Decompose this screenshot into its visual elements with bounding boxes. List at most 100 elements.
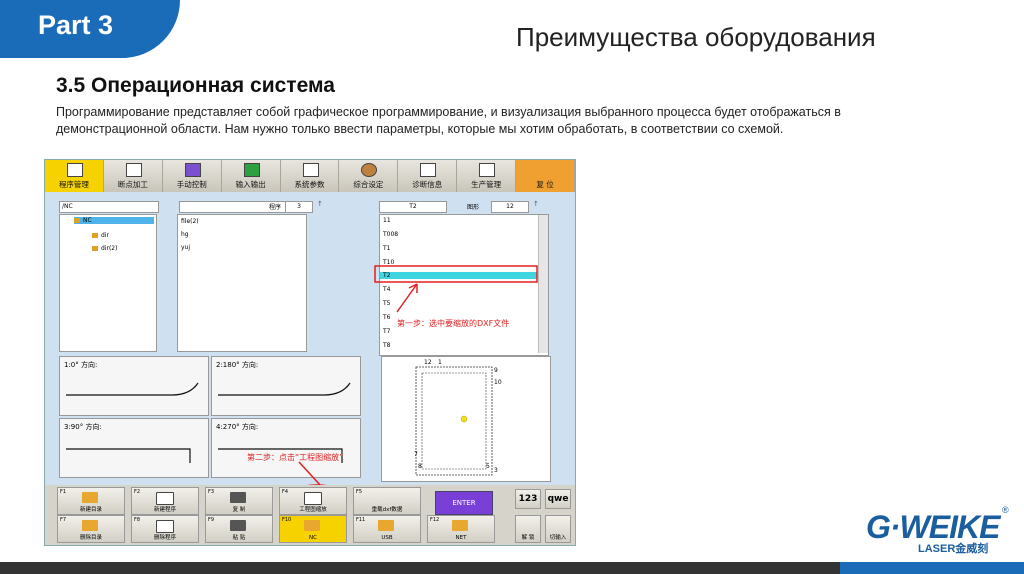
switch-input-button[interactable]: 切输入 xyxy=(545,515,571,543)
slide-title: Преимущества оборудования xyxy=(516,22,876,52)
file-list: file(2) hg yuj xyxy=(177,214,307,352)
annotation-step2: 第二步：点击“工程图缩放” xyxy=(247,453,344,462)
tab-program-management[interactable]: 程序管理 xyxy=(45,160,104,192)
graphic-up-arrow-icon[interactable]: ↑ xyxy=(533,200,539,208)
tree-node-dir[interactable]: dir xyxy=(92,232,109,239)
tab-diagnostics[interactable]: 诊断信息 xyxy=(398,160,458,192)
program-up-arrow-icon[interactable]: ↑ xyxy=(317,200,323,208)
fkey-label: 新建目录 xyxy=(79,507,102,513)
fkey-number: F7 xyxy=(60,517,67,523)
list-item[interactable]: T5 xyxy=(383,300,390,307)
list-item[interactable]: file(2) xyxy=(181,218,199,225)
program-label: 程序 xyxy=(269,204,282,211)
fkey-number: F2 xyxy=(134,489,141,495)
enter-button[interactable]: ENTER xyxy=(435,491,493,515)
copy-button[interactable]: F3 复 制 xyxy=(205,487,273,515)
fkey-label: USB xyxy=(381,535,393,541)
list-item[interactable]: T6 xyxy=(383,314,390,321)
preview-label: 12 xyxy=(424,359,432,366)
folder-icon xyxy=(92,246,98,251)
folder-icon xyxy=(82,492,98,503)
fkey-number: F11 xyxy=(356,517,366,523)
delete-directory-button[interactable]: F7 删除目录 xyxy=(57,515,125,543)
usb-icon xyxy=(378,520,394,531)
toolbar-label: 系统参数 xyxy=(294,180,325,189)
registered-mark: ® xyxy=(1002,505,1009,515)
fkey-label: NET xyxy=(455,535,467,541)
delete-program-button[interactable]: F8 删除程序 xyxy=(131,515,199,543)
tab-breakpoint-processing[interactable]: 断点加工 xyxy=(103,160,163,192)
list-item[interactable]: T4 xyxy=(383,286,390,293)
bend-shape-icon xyxy=(218,382,351,396)
list-item[interactable]: T8 xyxy=(383,342,390,349)
tree-node-nc[interactable]: NC xyxy=(74,217,154,224)
tab-input-output[interactable]: 输入输出 xyxy=(221,160,281,192)
program-number-field[interactable]: 3 xyxy=(285,201,313,213)
section-title: 3.5 Операционная система xyxy=(56,74,335,97)
tab-manual-control[interactable]: 手动控制 xyxy=(162,160,222,192)
list-item[interactable]: T7 xyxy=(383,328,390,335)
new-directory-button[interactable]: F1 新建目录 xyxy=(57,487,125,515)
graphic-number-field[interactable]: 12 xyxy=(491,201,529,213)
copy-icon xyxy=(230,492,246,503)
fkey-label: 解 锁 xyxy=(521,535,535,541)
toolbar-label: 手动控制 xyxy=(176,180,207,189)
path-field[interactable]: /NC xyxy=(59,201,159,213)
numeric-keyboard-button[interactable]: 123 xyxy=(515,489,541,509)
usb-button[interactable]: F11 USB xyxy=(353,515,421,543)
save-icon xyxy=(66,163,83,177)
tree-node-dir2[interactable]: dir(2) xyxy=(92,245,117,252)
new-program-button[interactable]: F2 新建程序 xyxy=(131,487,199,515)
list-item[interactable]: T10 xyxy=(383,259,394,266)
logo-subtitle: LASER金威刻 xyxy=(918,543,989,555)
toolbar-label: 复 位 xyxy=(536,180,554,189)
scrollbar[interactable] xyxy=(538,215,548,353)
toolbar-label: 诊断信息 xyxy=(412,180,443,189)
fkey-number: F9 xyxy=(208,517,215,523)
tab-general-settings[interactable]: 综合设定 xyxy=(339,160,399,192)
direction-180[interactable]: 2:180° 方向: xyxy=(211,356,361,416)
hand-icon xyxy=(184,163,201,177)
list-item-selected[interactable]: T2 xyxy=(380,272,537,279)
graphic-label: 图形 xyxy=(467,204,480,211)
toolbar-label: 程序管理 xyxy=(58,180,89,189)
fkey-label: 新建程序 xyxy=(153,507,176,513)
operating-system-screenshot: 程序管理 断点加工 手动控制 输入输出 系统参数 综合设定 诊断信息 生产管理 … xyxy=(44,159,576,546)
direction-0[interactable]: 1:0° 方向: xyxy=(59,356,209,416)
nc-icon xyxy=(304,520,320,531)
file-icon xyxy=(156,492,174,505)
tool-icon xyxy=(125,163,142,177)
list-item[interactable]: 11 xyxy=(383,217,391,224)
toolbar-label: 断点加工 xyxy=(117,180,148,189)
tree-node-label: dir(2) xyxy=(101,245,118,252)
paste-button[interactable]: F9 粘 贴 xyxy=(205,515,273,543)
preview-label: 3 xyxy=(494,467,498,474)
fkey-number: F3 xyxy=(208,489,215,495)
bend-shape-icon xyxy=(66,448,191,463)
list-item[interactable]: hg xyxy=(181,231,189,238)
drawing-preview-icon xyxy=(415,366,493,476)
unlock-button[interactable]: 解 锁 xyxy=(515,515,541,543)
tab-production-management[interactable]: 生产管理 xyxy=(457,160,517,192)
net-button[interactable]: F12 NET xyxy=(427,515,495,543)
preview-area: 12 1 9 10 8 7 5 3 xyxy=(381,356,551,482)
reset-button[interactable]: 复 位 xyxy=(516,160,575,192)
fkey-number: F5 xyxy=(356,489,363,495)
reload-dxf-button[interactable]: F5 重载dxf数据 xyxy=(353,487,421,515)
preview-label: 8 xyxy=(418,463,422,470)
fkey-label: 删除目录 xyxy=(79,535,102,541)
direction-90[interactable]: 3:90° 方向: xyxy=(59,418,209,478)
toolbar-label: 生产管理 xyxy=(471,180,502,189)
toolbar-label: 综合设定 xyxy=(353,180,384,189)
nc-button[interactable]: F10 NC xyxy=(279,515,347,543)
text-keyboard-button[interactable]: qwe xyxy=(545,489,571,509)
bend-shape-icon xyxy=(66,382,199,396)
tab-system-params[interactable]: 系统参数 xyxy=(280,160,340,192)
part-tab: Part 3 xyxy=(0,0,180,58)
list-item[interactable]: yuj xyxy=(181,244,190,251)
direction-270[interactable]: 4:270° 方向: xyxy=(211,418,361,478)
list-item[interactable]: T1 xyxy=(383,245,390,252)
list-item[interactable]: T008 xyxy=(383,231,398,238)
dxf-name-field[interactable]: T2 xyxy=(379,201,447,213)
drawing-zoom-button[interactable]: F4 工程图缩放 xyxy=(279,487,347,515)
